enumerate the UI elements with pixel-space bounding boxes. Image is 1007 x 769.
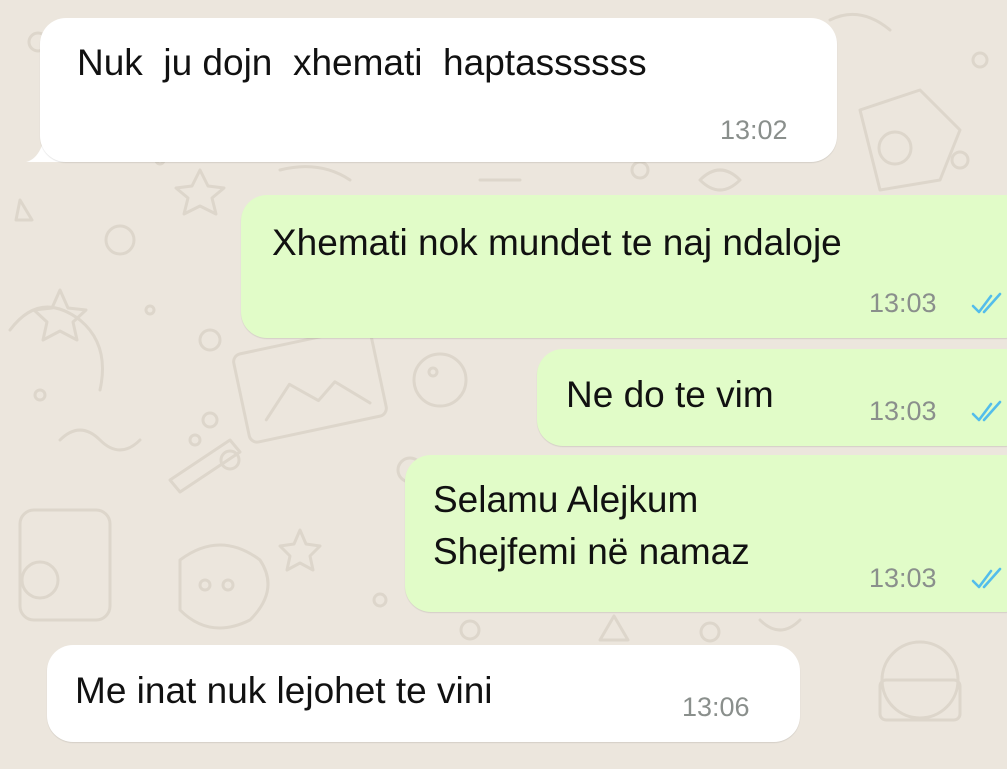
chat-background: Nuk ju dojn xhemati haptassssss 13:02 Xh…	[0, 0, 1007, 769]
message-text: Selamu Alejkum Shejfemi në namaz	[433, 479, 750, 572]
double-check-icon	[971, 400, 1002, 422]
message-bubble-outgoing[interactable]: Selamu Alejkum Shejfemi në namaz 13:03	[405, 455, 1007, 612]
message-timestamp: 13:06	[682, 692, 750, 722]
message-bubble-outgoing[interactable]: Xhemati nok mundet te naj ndaloje 13:03	[241, 195, 1007, 338]
message-text: Nuk ju dojn xhemati haptassssss	[77, 42, 647, 83]
message-bubble-incoming[interactable]: Me inat nuk lejohet te vini 13:06	[47, 645, 800, 742]
message-bubble-incoming[interactable]: Nuk ju dojn xhemati haptassssss 13:02	[40, 18, 837, 162]
message-text: Ne do te vim	[566, 374, 774, 415]
message-timestamp: 13:02	[720, 115, 788, 145]
message-timestamp: 13:03	[869, 396, 937, 426]
message-text: Xhemati nok mundet te naj ndaloje	[272, 222, 842, 263]
message-bubble-outgoing[interactable]: Ne do te vim 13:03	[537, 349, 1007, 446]
message-timestamp: 13:03	[869, 288, 937, 318]
double-check-icon	[971, 292, 1002, 314]
message-text: Me inat nuk lejohet te vini	[75, 670, 493, 711]
message-timestamp: 13:03	[869, 563, 937, 593]
double-check-icon	[971, 567, 1002, 589]
